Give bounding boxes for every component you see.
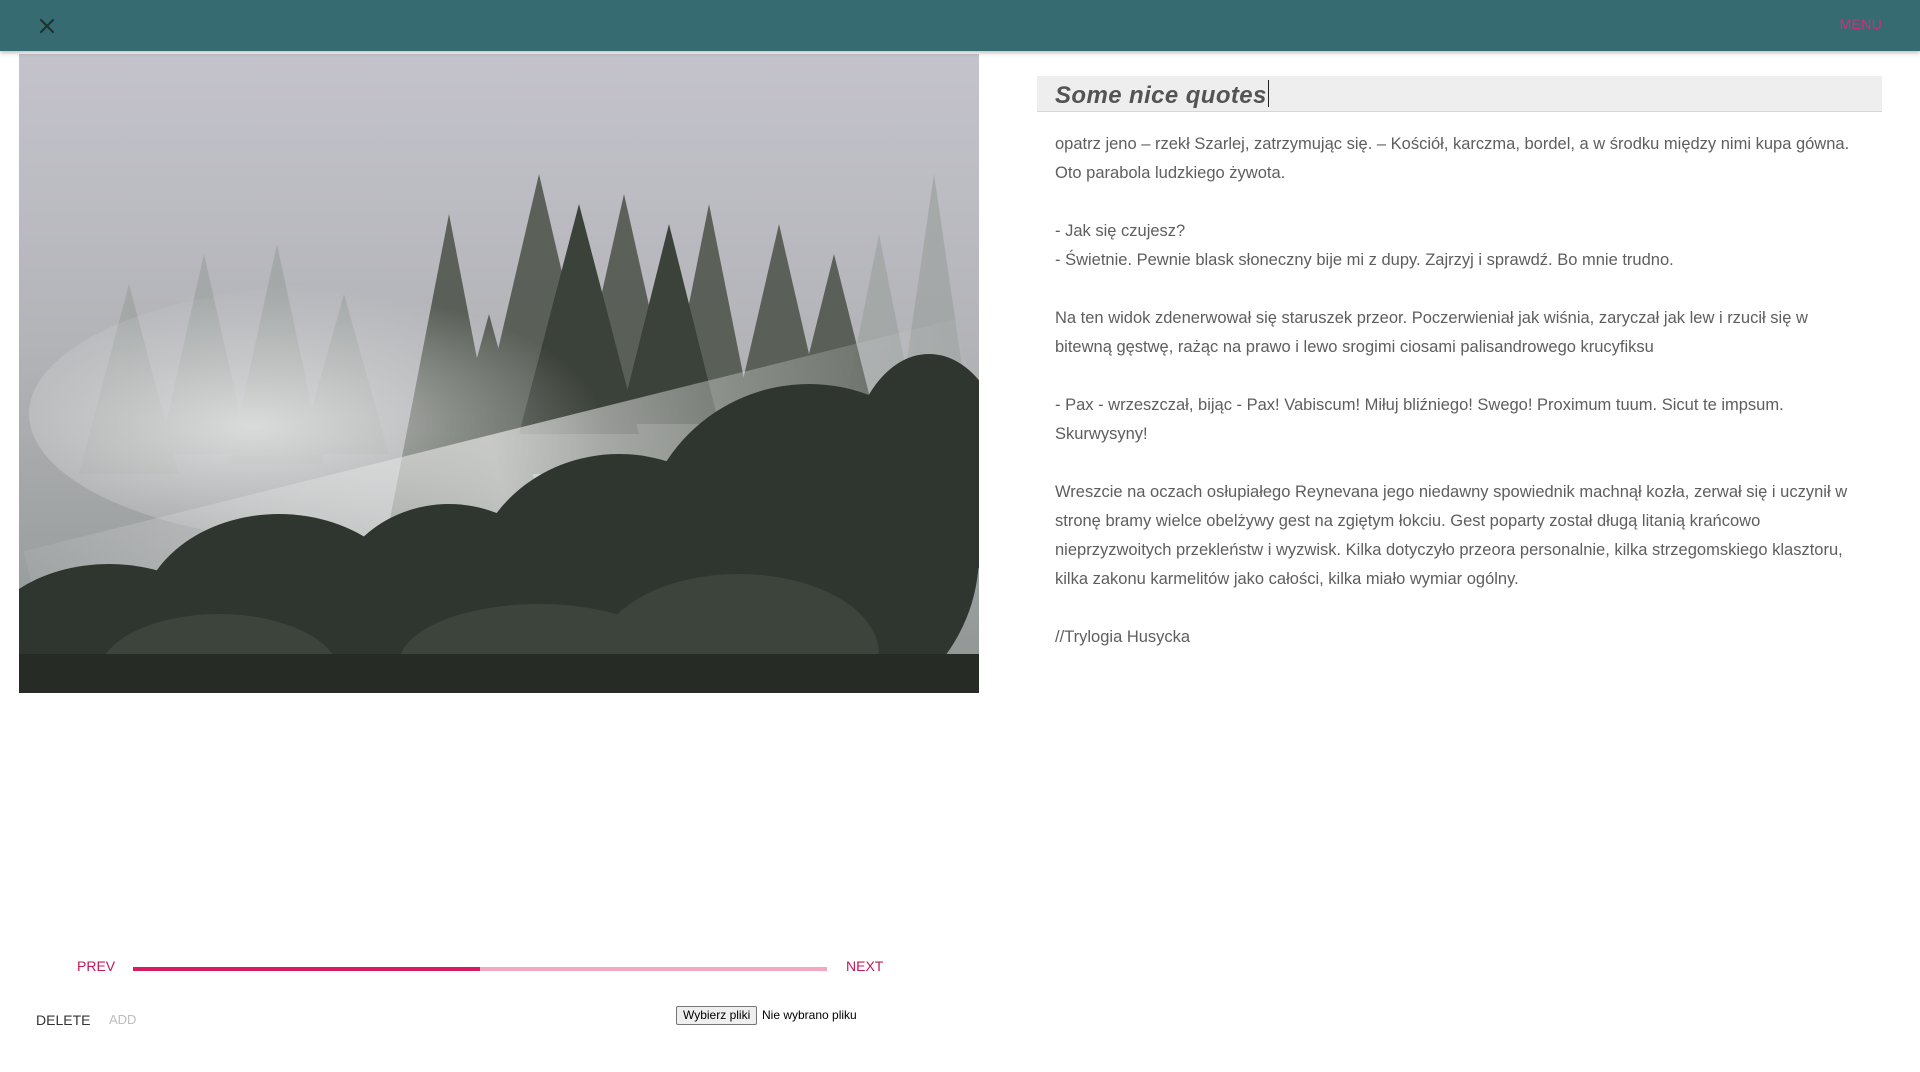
close-button[interactable] [34, 13, 60, 39]
quote-paragraph: //Trylogia Husycka [1055, 623, 1865, 652]
quote-paragraph: - Pax - wrzeszczał, bijąc - Pax! Vabiscu… [1055, 391, 1865, 449]
next-button[interactable]: NEXT [846, 958, 883, 974]
add-button: ADD [109, 1012, 137, 1027]
quote-line: nieprzyzwoitych przekleństw i wyzwisk. K… [1055, 541, 1843, 559]
progress-fill [133, 967, 480, 971]
close-icon [40, 19, 54, 33]
quote-line: opatrz jeno – rzekł Szarlej, zatrzymując… [1055, 135, 1850, 153]
note-title: Some nice quotes [1055, 80, 1269, 109]
prev-button[interactable]: PREV [77, 958, 115, 974]
delete-button[interactable]: DELETE [36, 1012, 90, 1028]
menu-button[interactable]: MENU [1840, 16, 1882, 32]
choose-files-button[interactable]: Wybierz pliki [676, 1006, 758, 1025]
quote-line: Na ten widok zdenerwował się staruszek p… [1055, 309, 1808, 327]
quote-line: Skurwysyny! [1055, 425, 1148, 443]
app-bar: MENU [0, 0, 1920, 51]
file-status-text: Nie wybrano pliku [762, 1008, 857, 1022]
progress-track[interactable] [133, 967, 827, 971]
text-caret [1267, 80, 1269, 107]
note-title-field[interactable]: Some nice quotes [1037, 76, 1882, 112]
quote-paragraph: - Jak się czujesz? - Świetnie. Pewnie bla… [1055, 217, 1865, 275]
quote-line: stronę bramy wielce obelżywy gest na zgi… [1055, 512, 1761, 530]
quote-paragraph: Na ten widok zdenerwował się staruszek p… [1055, 304, 1865, 362]
quote-line: - Świetnie. Pewnie blask słoneczny bije … [1055, 251, 1674, 269]
quote-line: - Jak się czujesz? [1055, 222, 1186, 240]
quote-paragraph: Wreszcie na oczach osłupiałego Reynevana… [1055, 478, 1865, 594]
quote-line: kilka zakonu karmelitów jako całości, ki… [1055, 570, 1519, 588]
note-body[interactable]: opatrz jeno – rzekł Szarlej, zatrzymując… [1055, 130, 1865, 652]
quote-line: Oto parabola ludzkiego żywota. [1055, 164, 1286, 182]
forest-illustration [19, 54, 979, 693]
quote-line: Wreszcie na oczach osłupiałego Reynevana… [1055, 483, 1848, 501]
quote-line: //Trylogia Husycka [1055, 628, 1191, 646]
misty-forest-photo [19, 54, 979, 693]
quote-line: bitewną gęstwę, rażąc na prawo i lewo sr… [1055, 338, 1654, 356]
quote-paragraph: opatrz jeno – rzekł Szarlej, zatrzymując… [1055, 130, 1865, 188]
quote-line: - Pax - wrzeszczał, bijąc - Pax! Vabiscu… [1055, 396, 1784, 414]
